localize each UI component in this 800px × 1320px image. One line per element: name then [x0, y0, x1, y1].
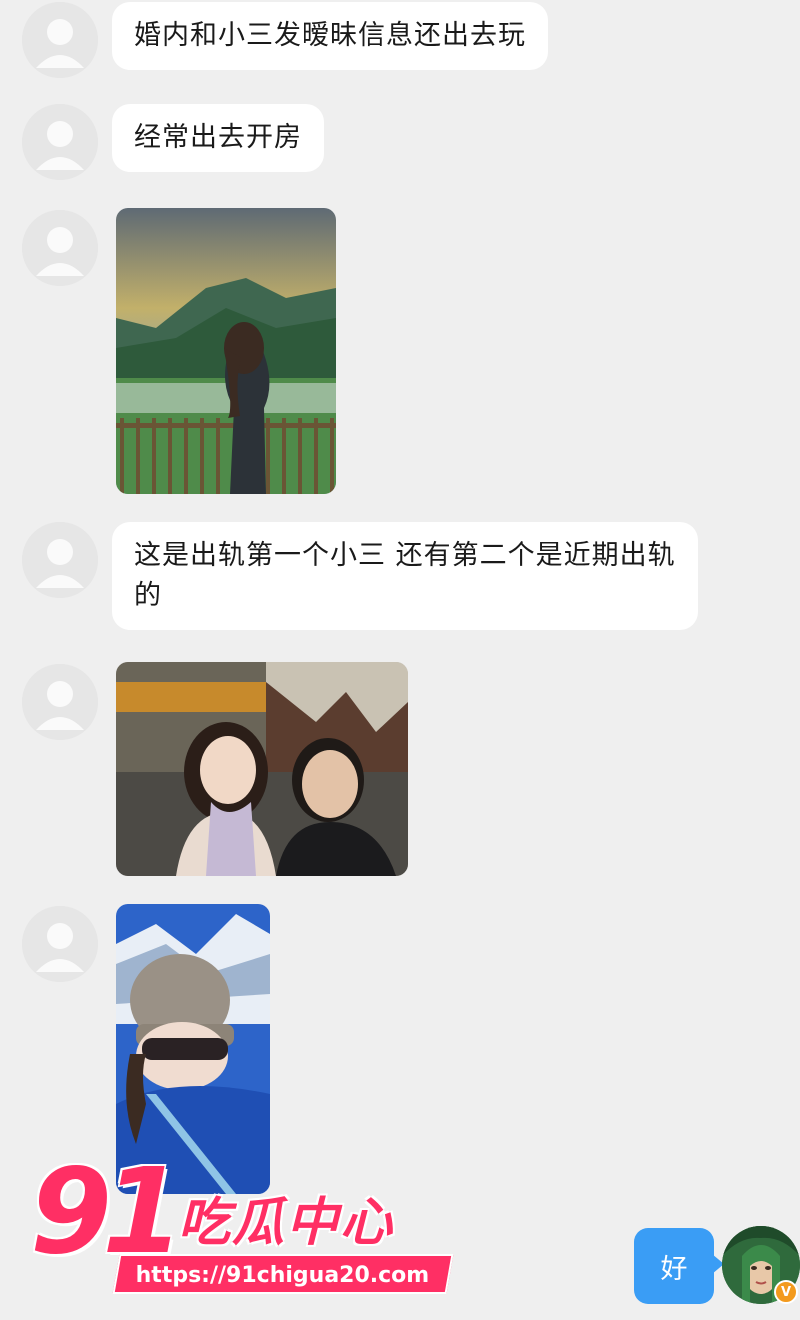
my-message-text: 好 — [660, 1253, 688, 1285]
message-text: 婚内和小三发暧昧信息还出去玩 — [134, 20, 526, 51]
contact-avatar[interactable] — [22, 906, 98, 982]
contact-avatar[interactable] — [22, 664, 98, 740]
message-bubble[interactable]: 经常出去开房 — [112, 104, 324, 172]
contact-avatar[interactable] — [22, 104, 98, 180]
vip-badge-icon: V — [774, 1280, 798, 1304]
contact-avatar[interactable] — [22, 210, 98, 286]
message-bubble[interactable]: 这是出轨第一个小三 还有第二个是近期出轨的 — [112, 522, 698, 630]
message-bubble[interactable]: 婚内和小三发暧昧信息还出去玩 — [112, 2, 548, 70]
message-text: 这是出轨第一个小三 还有第二个是近期出轨的 — [134, 540, 676, 611]
image-message-couple-selfie[interactable] — [116, 662, 408, 876]
watermark-url: https://91chigua20.com — [135, 1263, 430, 1288]
contact-avatar[interactable] — [22, 522, 98, 598]
image-message-woman-mountain[interactable] — [116, 208, 336, 494]
contact-avatar[interactable] — [22, 2, 98, 78]
vip-badge-label: V — [780, 1284, 792, 1300]
my-message-bubble[interactable]: 好 — [634, 1228, 724, 1304]
chat-screen: 婚内和小三发暧昧信息还出去玩 经常出去开房 这是出轨第一个小三 还有第二个是近期… — [0, 0, 800, 1320]
watermark-name: 吃瓜中心 — [178, 1193, 395, 1253]
watermark-url-banner: https://91chigua20.com — [112, 1254, 454, 1294]
watermark-logo: 91 吃瓜中心 https://91chigua20.com — [30, 1142, 454, 1300]
message-text: 经常出去开房 — [134, 122, 302, 153]
